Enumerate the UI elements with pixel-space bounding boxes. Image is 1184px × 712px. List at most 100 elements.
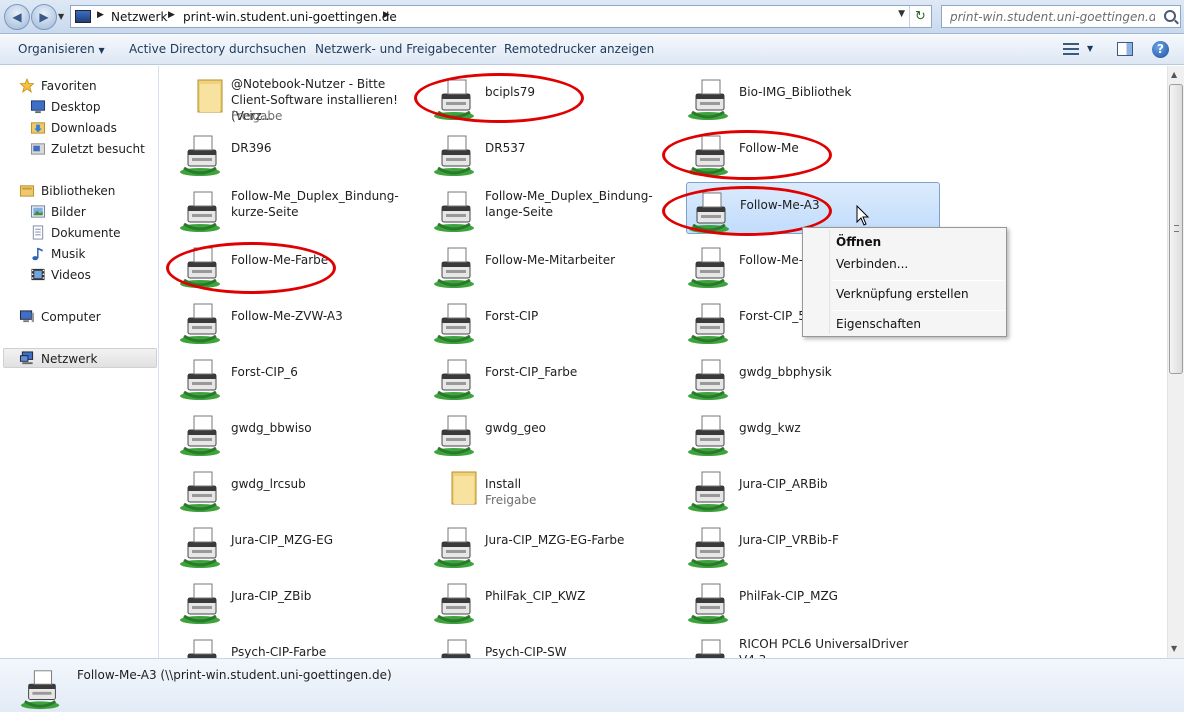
libraries-icon <box>19 185 35 197</box>
video-film-icon <box>31 268 45 281</box>
breadcrumb-separator[interactable]: ▶ <box>168 10 175 20</box>
sidebar-item-music[interactable]: Musik <box>0 244 158 264</box>
sidebar-item-libraries[interactable]: Bibliotheken <box>0 181 158 201</box>
list-item[interactable]: Follow-Me-Mitarbeiter <box>432 238 686 290</box>
sidebar-item-documents[interactable]: Dokumente <box>0 223 158 243</box>
printer-icon <box>178 356 226 402</box>
list-item[interactable]: Bio-IMG_Bibliothek <box>686 70 940 122</box>
sidebar-item-downloads[interactable]: Downloads <box>0 118 158 138</box>
help-icon[interactable]: ? <box>1152 41 1169 58</box>
printer-icon <box>432 132 480 178</box>
printer-icon <box>686 244 734 290</box>
printer-icon <box>432 300 480 346</box>
printer-icon <box>686 580 734 626</box>
preview-pane-icon[interactable] <box>1117 42 1133 56</box>
menu-gutter <box>829 230 830 334</box>
list-item[interactable]: Follow-Me-ZVW-A3 <box>178 294 432 346</box>
list-item[interactable]: Jura-CIP_ZBib <box>178 574 432 626</box>
item-name: Install <box>485 477 522 491</box>
file-list: @Notebook-Nutzer - Bitte Client-Software… <box>160 66 1167 658</box>
network-center-button[interactable]: Netzwerk- und Freigabecenter <box>315 42 496 56</box>
list-item[interactable]: DR396 <box>178 126 432 178</box>
network-icon <box>19 351 34 365</box>
sidebar-item-computer[interactable]: Computer <box>0 307 158 327</box>
list-item[interactable]: PhilFak_CIP_KWZ <box>432 574 686 626</box>
back-button[interactable]: ◀ <box>4 4 30 30</box>
forward-button[interactable]: ▶ <box>31 4 57 30</box>
list-item[interactable]: Forst-CIP_Farbe <box>432 350 686 402</box>
view-options-dropdown[interactable]: ▼ <box>1087 44 1093 53</box>
vertical-scrollbar[interactable]: ▲ ▼ <box>1167 66 1184 658</box>
printer-icon <box>178 244 226 290</box>
list-item[interactable]: gwdg_bbwiso <box>178 406 432 458</box>
ad-search-button[interactable]: Active Directory durchsuchen <box>129 42 306 56</box>
scroll-up-icon[interactable]: ▲ <box>1171 70 1177 79</box>
list-item[interactable]: gwdg_bbphysik <box>686 350 940 402</box>
recent-pages-dropdown[interactable]: ▼ <box>58 12 64 21</box>
sidebar-item-recent[interactable]: Zuletzt besucht <box>0 139 158 159</box>
details-pane: Follow-Me-A3 (\\print-win.student.uni-go… <box>0 658 1184 712</box>
list-item[interactable]: Follow-Me <box>686 126 940 178</box>
breadcrumb-network[interactable]: Netzwerk <box>111 10 167 24</box>
breadcrumb-server[interactable]: print-win.student.uni-goettingen.de <box>183 10 397 24</box>
sidebar-item-network[interactable]: Netzwerk <box>3 348 157 368</box>
item-name: DR537 <box>485 141 526 155</box>
breadcrumb-separator[interactable]: ▶ <box>97 10 104 20</box>
item-name: Forst-CIP_Farbe <box>485 365 578 379</box>
search-icon[interactable] <box>1164 10 1176 22</box>
list-item[interactable]: Jura-CIP_ARBib <box>686 462 940 514</box>
address-bar-area: ◀ ▶ ▼ ▶ Netzwerk ▶ print-win.student.uni… <box>0 0 1184 34</box>
remote-printers-button[interactable]: Remotedrucker anzeigen <box>504 42 654 56</box>
printer-icon <box>178 188 226 234</box>
scrollbar-thumb[interactable] <box>1169 84 1183 374</box>
list-item[interactable]: PhilFak-CIP_MZG <box>686 574 940 626</box>
item-name: gwdg_bbphysik <box>739 365 832 379</box>
list-item[interactable]: bcipls79 <box>432 70 686 122</box>
item-name: Forst-CIP_6 <box>231 365 298 379</box>
menu-separator <box>833 310 1005 311</box>
list-item[interactable]: gwdg_geo <box>432 406 686 458</box>
menu-item-properties[interactable]: Eigenschaften <box>836 317 921 331</box>
list-item[interactable]: Psych-CIP-Farbe <box>178 630 432 658</box>
sidebar-item-desktop[interactable]: Desktop <box>0 97 158 117</box>
sidebar-item-videos[interactable]: Videos <box>0 265 158 285</box>
list-item[interactable]: @Notebook-Nutzer - Bitte Client-Software… <box>178 70 432 123</box>
menu-item-open[interactable]: Öffnen <box>836 235 881 249</box>
menu-item-create-shortcut[interactable]: Verknüpfung erstellen <box>836 287 969 301</box>
item-name: Bio-IMG_Bibliothek <box>739 85 852 99</box>
item-name: Jura-CIP_VRBib-F <box>739 533 839 547</box>
search-input[interactable]: print-win.student.uni-goettingen.de d... <box>941 5 1181 28</box>
printer-icon <box>432 580 480 626</box>
refresh-icon[interactable]: ↻ <box>909 6 931 27</box>
list-item[interactable]: Psych-CIP-SW <box>432 630 686 658</box>
list-item[interactable]: Forst-CIP <box>432 294 686 346</box>
scroll-down-icon[interactable]: ▼ <box>1171 644 1177 653</box>
list-item[interactable]: gwdg_lrcsub <box>178 462 432 514</box>
list-item[interactable]: Follow-Me_Duplex_Bindung-lange-Seite <box>432 182 686 234</box>
folder-icon <box>178 76 226 122</box>
list-item[interactable]: DR537 <box>432 126 686 178</box>
list-item[interactable]: RICOH PCL6 UniversalDriver V4.3 <box>686 630 940 658</box>
item-subtitle: Freigabe <box>231 109 283 123</box>
printer-icon <box>178 580 226 626</box>
list-item[interactable]: Jura-CIP_VRBib-F <box>686 518 940 570</box>
item-name: gwdg_geo <box>485 421 547 435</box>
list-item[interactable]: Follow-Me_Duplex_Bindung-kurze-Seite <box>178 182 432 234</box>
list-item[interactable]: Jura-CIP_MZG-EG-Farbe <box>432 518 686 570</box>
list-item[interactable]: Jura-CIP_MZG-EG <box>178 518 432 570</box>
sidebar-item-favorites[interactable]: Favoriten <box>0 76 158 96</box>
list-item[interactable]: Install Freigabe <box>432 462 686 514</box>
downloads-folder-icon <box>30 122 46 134</box>
list-item[interactable]: Forst-CIP_6 <box>178 350 432 402</box>
view-options-icon[interactable] <box>1063 42 1079 56</box>
address-box[interactable]: ▶ Netzwerk ▶ print-win.student.uni-goett… <box>70 5 932 28</box>
breadcrumb-separator[interactable]: ▶ <box>383 10 390 20</box>
printer-icon <box>20 670 60 710</box>
list-item[interactable]: Follow-Me-Farbe <box>178 238 432 290</box>
item-name: Follow-Me-A3 <box>740 198 820 212</box>
list-item[interactable]: gwdg_kwz <box>686 406 940 458</box>
organize-button[interactable]: Organisieren ▼ <box>18 42 105 56</box>
address-dropdown[interactable]: ▼ <box>898 9 905 19</box>
menu-item-connect[interactable]: Verbinden... <box>836 257 908 271</box>
sidebar-item-pictures[interactable]: Bilder <box>0 202 158 222</box>
